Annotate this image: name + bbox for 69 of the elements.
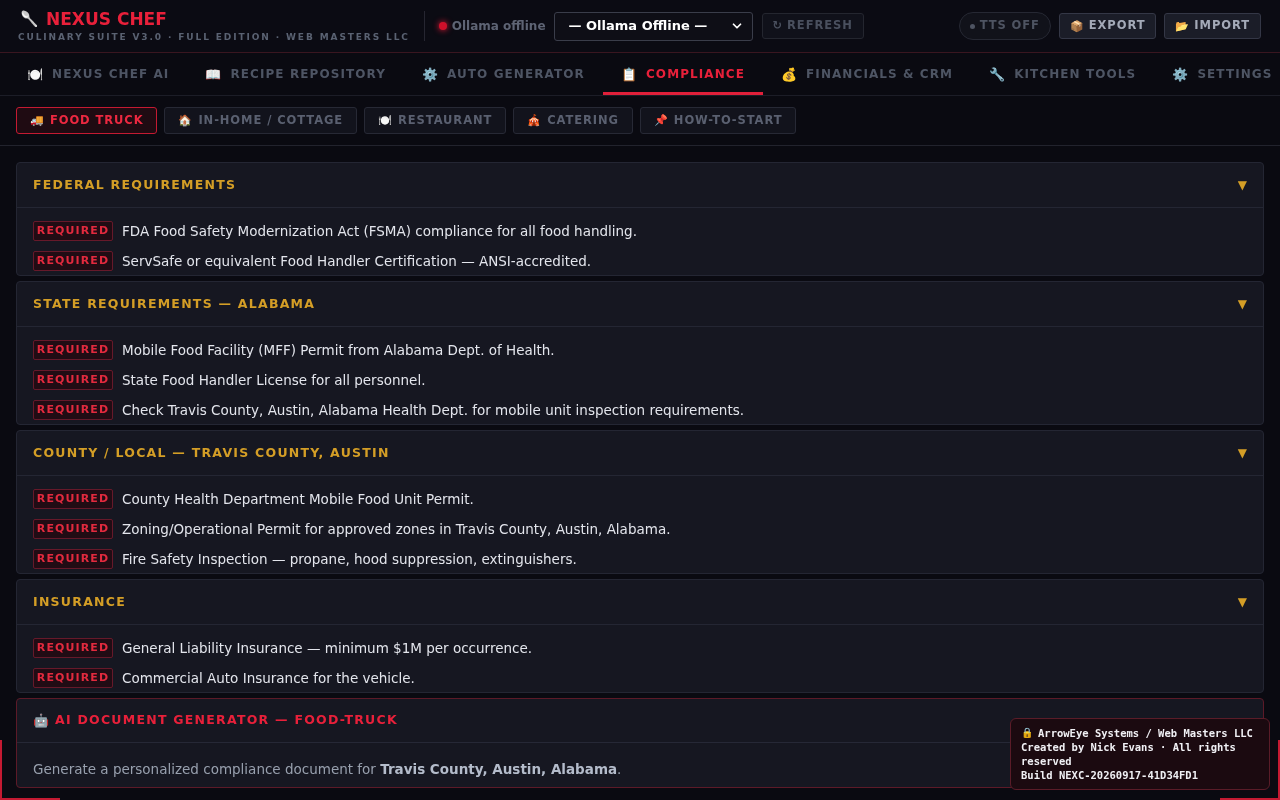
triangle-down-icon[interactable]: ▼ (1237, 298, 1247, 310)
book-icon: 📖 (205, 67, 223, 81)
nav-tab[interactable]: 📋 COMPLIANCE (602, 53, 763, 95)
required-badge: REQUIRED (33, 400, 113, 420)
copyright-line: Created by Nick Evans · All rights reserved (1021, 740, 1237, 768)
gear-icon: ⚙ (421, 67, 439, 81)
required-badge: REQUIRED (33, 489, 113, 509)
requirement-text: General Liability Insurance — minimum $1M per occurrence. (122, 639, 533, 657)
required-badge: REQUIRED (33, 251, 113, 271)
spoon-icon: 🥄 (20, 11, 39, 27)
requirement-text: Zoning/Operational Permit for approved zones in Travis County, Austin, Alabama. (122, 520, 671, 538)
requirement-text: FDA Food Safety Modernization Act (FSMA) compliance for all food handling. (122, 222, 637, 240)
requirement-text: ServSafe or equivalent Food Handler Certification — ANSI-accredited. (122, 252, 592, 270)
truck-icon: 🚚 (30, 115, 45, 126)
lock-icon: 🔒 (1021, 726, 1033, 740)
refresh-icon: ↻ (772, 20, 784, 32)
category-tab[interactable]: 📌 HOW-TO-START (639, 107, 797, 134)
app-subtitle: CULINARY SUITE V3.0 · FULL EDITION · WEB MASTERS LLC (18, 32, 410, 43)
requirement-text: State Food Handler License for all personnel. (122, 371, 426, 389)
requirement-text: Fire Safety Inspection — propane, hood suppression, extinguishers. (122, 550, 577, 568)
nav-tab[interactable]: 💰 FINANCIALS & CRM (762, 53, 972, 95)
status-text: Ollama offline (451, 18, 546, 35)
required-badge: REQUIRED (33, 370, 113, 390)
section-title: FEDERAL REQUIREMENTS (33, 175, 237, 194)
requirement-text: Commercial Auto Insurance for the vehicle. (122, 669, 415, 687)
copyright-line: Build NEXC-20260917-41D34FD1 (1021, 768, 1198, 782)
nav-tab[interactable]: ⚙ AUTO GENERATOR (403, 53, 603, 95)
requirement-text: Check Travis County, Austin, Alabama Health Dept. for mobile unit inspection requirements. (122, 401, 744, 419)
house-icon: 🏠 (178, 115, 194, 126)
section-title: STATE REQUIREMENTS — ALABAMA (33, 294, 316, 313)
nav-tab[interactable]: 🍽 NEXUS CHEF AI (9, 53, 188, 95)
gear-icon: ⚙ (1172, 67, 1190, 81)
section-title: COUNTY / LOCAL — TRAVIS COUNTY, AUSTIN (33, 443, 390, 462)
import-button[interactable]: 📂 IMPORT (1164, 13, 1261, 39)
section-title: AI DOCUMENT GENERATOR — FOOD-TRUCK (55, 711, 398, 730)
export-button[interactable]: 📦 EXPORT (1058, 13, 1157, 39)
robot-icon: 🤖 (33, 714, 49, 727)
required-badge: REQUIRED (33, 340, 113, 360)
required-badge: REQUIRED (33, 519, 113, 539)
money-bag-icon: 💰 (780, 67, 799, 81)
plate-icon: 🍽 (27, 67, 45, 81)
nav-tab[interactable]: 🔧 KITCHEN TOOLS (971, 53, 1155, 95)
nav-tab[interactable]: ⚙ SETTINGS (1154, 53, 1280, 95)
wrench-icon: 🔧 (989, 67, 1007, 81)
category-tab[interactable]: 🚚 FOOD TRUCK (16, 107, 158, 134)
plate-icon: 🍽 (378, 115, 393, 126)
required-badge: REQUIRED (33, 668, 113, 688)
triangle-down-icon[interactable]: ▼ (1237, 596, 1247, 608)
pushpin-icon: 📌 (653, 115, 669, 126)
requirement-text: County Health Department Mobile Food Unit Permit. (122, 490, 474, 508)
package-icon: 📦 (1069, 20, 1085, 32)
generator-description: Generate a personalized compliance document for Travis County, Austin, Alabama. (33, 761, 622, 777)
folder-icon: 📂 (1175, 20, 1191, 32)
required-badge: REQUIRED (33, 549, 113, 569)
section-title: INSURANCE (33, 592, 126, 611)
clipboard-icon: 📋 (620, 67, 638, 81)
nav-tab[interactable]: 📖 RECIPE REPOSITORY (187, 53, 404, 95)
category-tab[interactable]: 🎪 CATERING (513, 107, 633, 134)
triangle-down-icon[interactable]: ▼ (1237, 447, 1247, 459)
category-tab[interactable]: 🏠 IN-HOME / COTTAGE (164, 107, 358, 134)
copyright-line: ArrowEye Systems / Web Masters LLC (1038, 726, 1253, 740)
required-badge: REQUIRED (33, 221, 113, 241)
model-select[interactable]: — Ollama Offline — (553, 11, 753, 41)
requirement-text: Mobile Food Facility (MFF) Permit from Alabama Dept. of Health. (122, 341, 555, 359)
category-tab[interactable]: 🍽 RESTAURANT (364, 107, 507, 134)
required-badge: REQUIRED (33, 638, 113, 658)
triangle-down-icon[interactable]: ▼ (1237, 179, 1247, 191)
circus-tent-icon: 🎪 (527, 115, 543, 126)
app-title: NEXUS CHEF (46, 9, 167, 29)
